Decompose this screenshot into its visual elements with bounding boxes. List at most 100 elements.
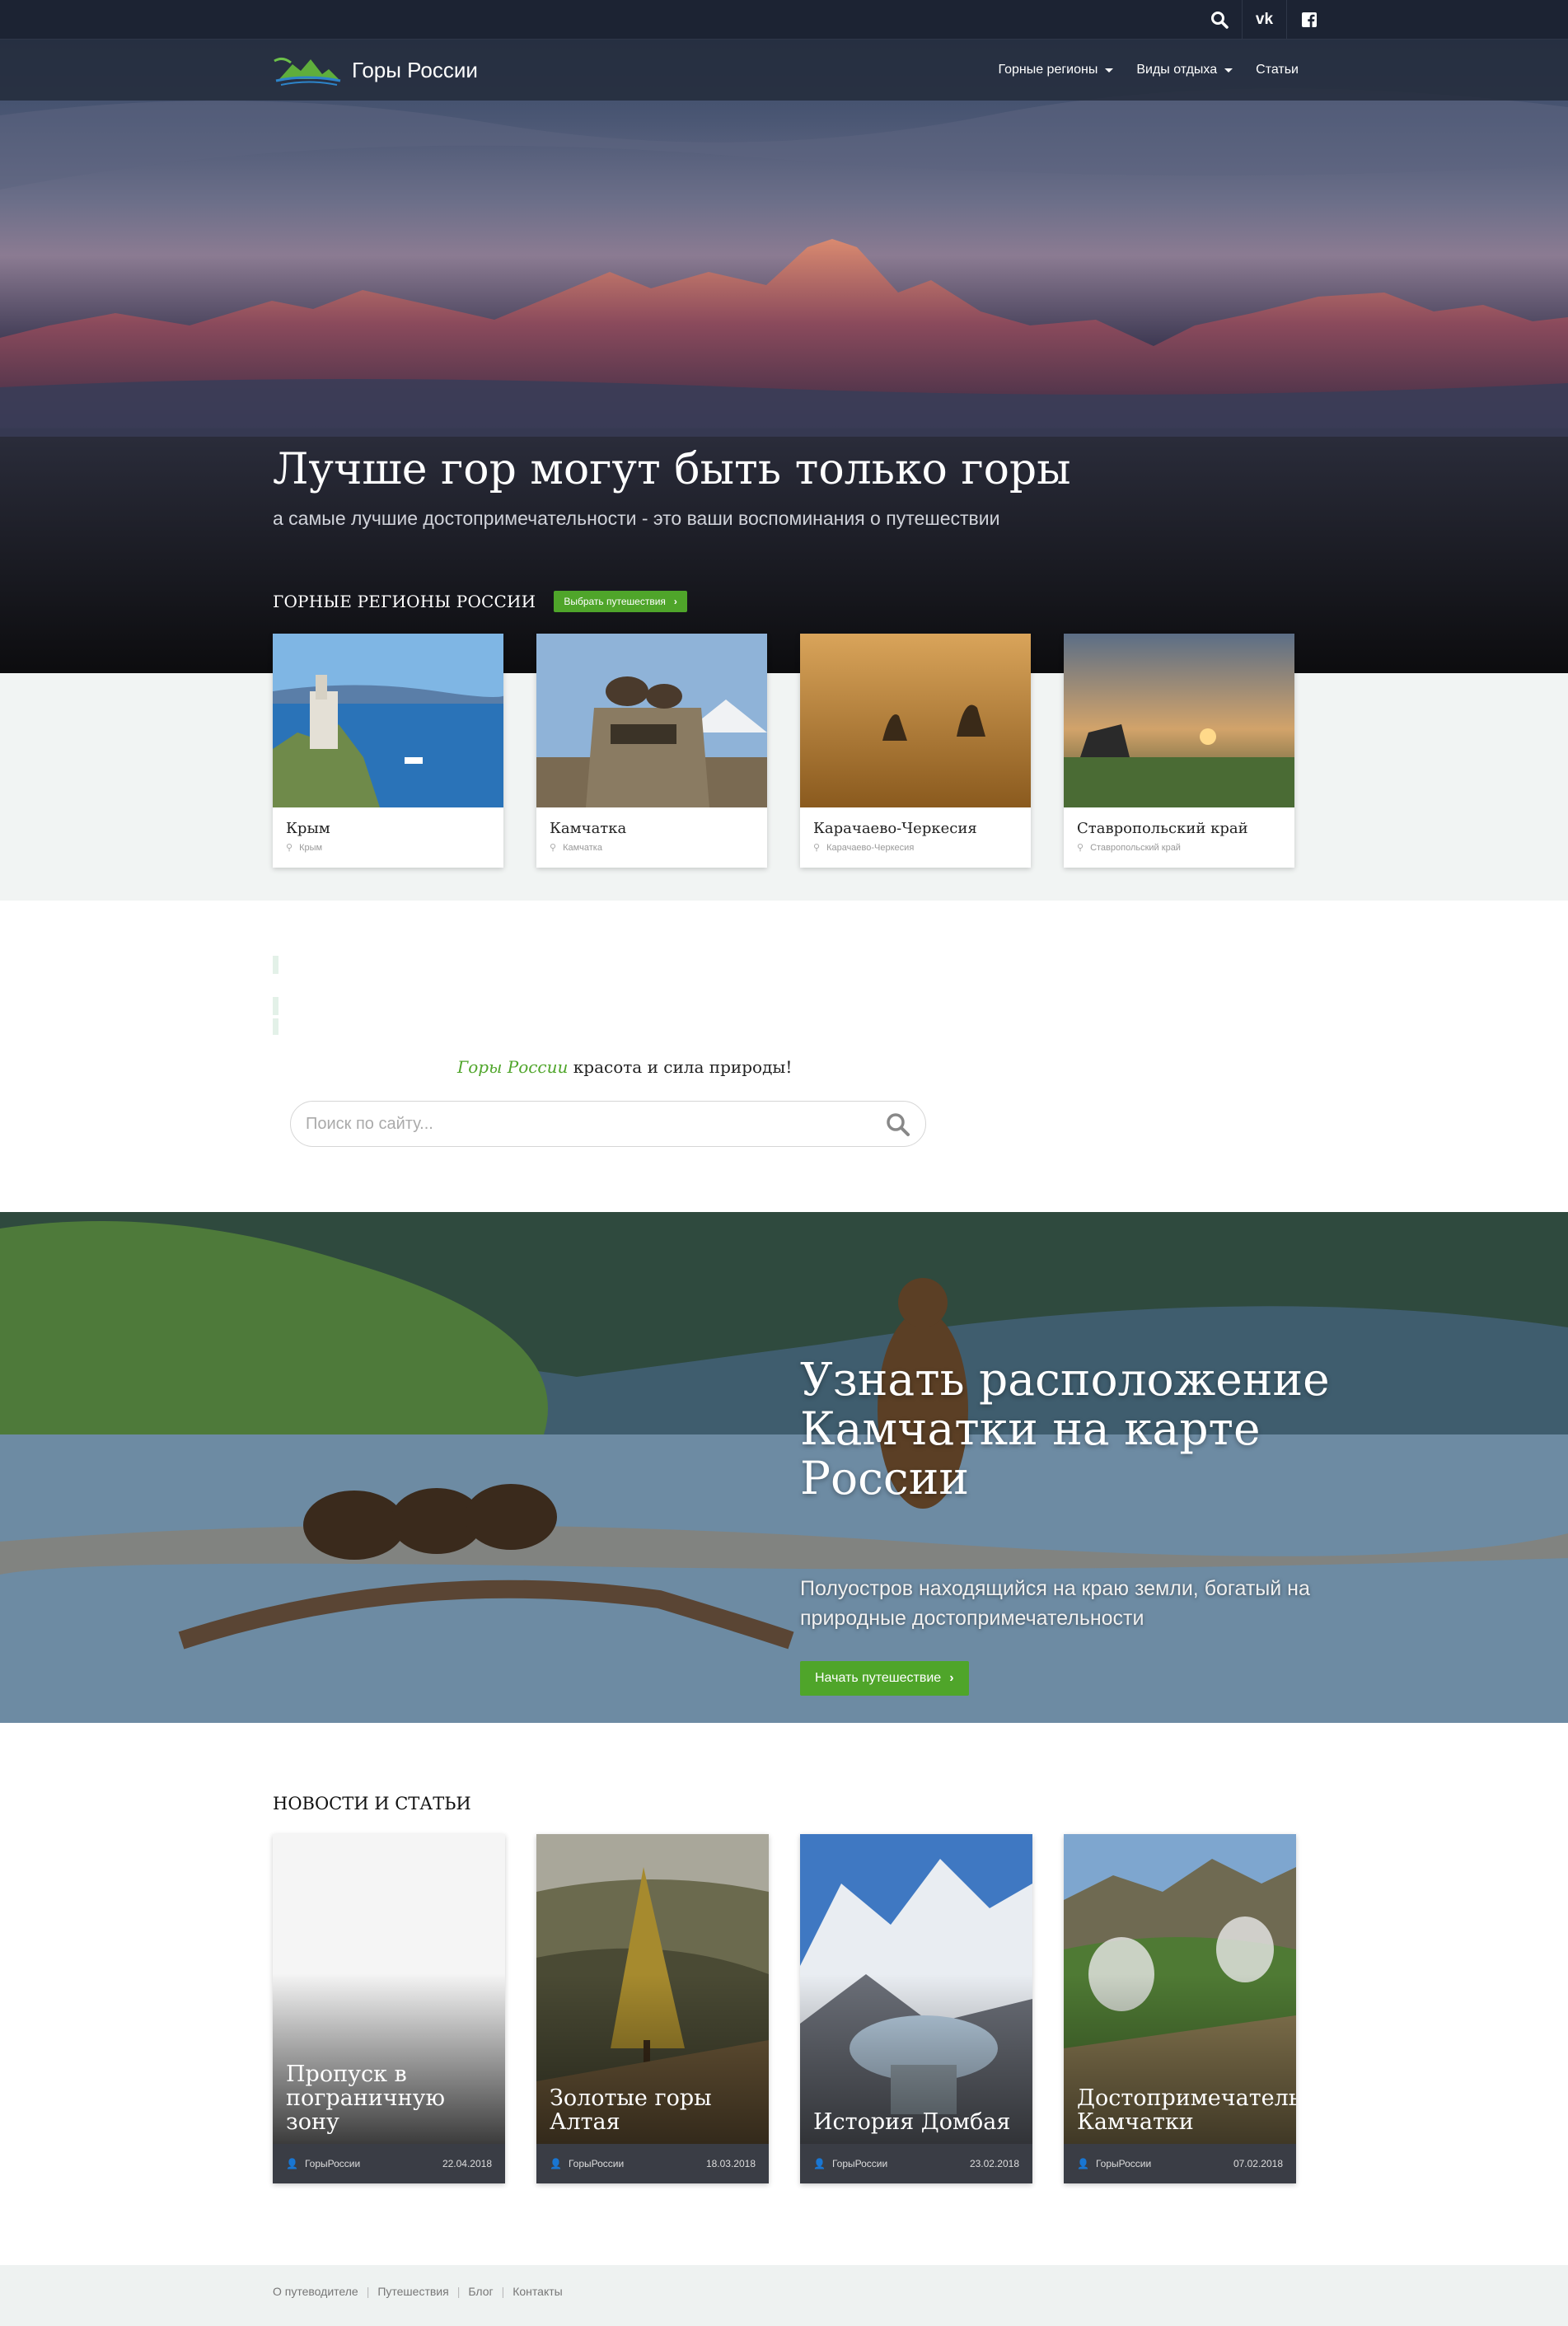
footer-link-blog[interactable]: Блог	[468, 2285, 493, 2298]
main-menu: Горные регионы Виды отдыха Статьи	[975, 40, 1299, 101]
news-card-footer: 👤 ГорыРоссии 22.04.2018	[273, 2144, 505, 2183]
top-icons: vk	[1197, 0, 1331, 40]
footer-link-trips[interactable]: Путешествия	[377, 2285, 448, 2298]
region-name: Камчатка	[550, 820, 627, 837]
decor-bar	[273, 1018, 278, 1035]
main-navbar: Горы России Горные регионы Виды отдыха С…	[0, 40, 1568, 101]
footer-separator: |	[501, 2285, 505, 2298]
map-marker-icon: ⚲	[550, 843, 557, 853]
footer-separator: |	[366, 2285, 370, 2298]
menu-label: Статьи	[1256, 63, 1299, 77]
regions-title: ГОРНЫЕ РЕГИОНЫ РОССИИ	[273, 592, 536, 611]
footer-link-contacts[interactable]: Контакты	[513, 2285, 562, 2298]
start-trip-button[interactable]: Начать путешествие ›	[800, 1661, 969, 1696]
caret-down-icon	[1224, 68, 1233, 73]
logo-icon	[274, 57, 341, 86]
region-location: ⚲ Крым	[273, 837, 503, 854]
tagline-text: красота и сила природы!	[568, 1057, 793, 1077]
region-card-kamchatka[interactable]: Камчатка ⚲ Камчатка	[536, 634, 767, 868]
user-icon: 👤	[550, 2158, 562, 2169]
region-location: ⚲ Ставропольский край	[1064, 837, 1294, 854]
news-card-footer: 👤 ГорыРоссии 18.03.2018	[536, 2144, 769, 2183]
brand-name: Горы России	[352, 57, 478, 82]
region-location-text: Карачаево-Черкесия	[826, 842, 915, 853]
caret-down-icon	[1105, 68, 1114, 73]
user-icon: 👤	[286, 2158, 298, 2169]
region-card-stavropol[interactable]: Ставропольский край ⚲ Ставропольский край	[1064, 634, 1294, 868]
news-author: ГорыРоссии	[304, 2158, 361, 2169]
menu-label: Горные регионы	[998, 63, 1098, 77]
tagline-accent: Горы России	[457, 1057, 569, 1077]
hero-mountain-image	[0, 88, 1568, 673]
regions-header: ГОРНЫЕ РЕГИОНЫ РОССИИ Выбрать путешестви…	[273, 591, 687, 612]
news-date: 22.04.2018	[442, 2158, 492, 2169]
news-card-title: Пропуск в пограничную зону	[286, 2062, 446, 2134]
promo-title: Узнать расположение Камчатки на карте Ро…	[800, 1353, 1330, 1505]
search-icon[interactable]	[1197, 0, 1242, 40]
region-name: Крым	[286, 820, 330, 837]
crimea-photo	[273, 634, 503, 807]
news-card[interactable]: Пропуск в пограничную зону 👤 ГорыРоссии 22…	[273, 1834, 505, 2183]
region-name: Карачаево-Черкесия	[813, 820, 977, 837]
menu-item-mountain-regions[interactable]: Горные регионы	[998, 63, 1114, 77]
hero-section	[0, 0, 1568, 673]
menu-item-vacation-types[interactable]: Виды отдыха	[1136, 63, 1233, 77]
hero-subtitle: а самые лучшие достопримечательности - э…	[273, 508, 1000, 529]
decor-bar	[273, 956, 278, 974]
news-card-footer: 👤 ГорыРоссии 23.02.2018	[800, 2144, 1032, 2183]
region-location-text: Камчатка	[563, 842, 602, 853]
news-date: 23.02.2018	[969, 2158, 1019, 2169]
footer-links: О путеводителе | Путешествия | Блог | Ко…	[273, 2285, 563, 2298]
start-trip-label: Начать путешествие	[815, 1671, 942, 1685]
map-marker-icon: ⚲	[813, 843, 821, 853]
news-card-title: Достопримечательности Камчатки	[1077, 2086, 1296, 2134]
news-author: ГорыРоссии	[568, 2158, 625, 2169]
region-name: Ставропольский край	[1077, 820, 1248, 837]
chevron-right-icon: ›	[949, 1671, 954, 1685]
vk-icon[interactable]: vk	[1242, 0, 1286, 40]
news-card[interactable]: Золотые горы Алтая 👤 ГорыРоссии 18.03.2018	[536, 1834, 769, 2183]
karachay-cherkessia-photo	[800, 634, 1031, 807]
news-author: ГорыРоссии	[831, 2158, 888, 2169]
footer: О путеводителе | Путешествия | Блог | Ко…	[0, 2265, 1568, 2326]
hero-title: Лучше гор могут быть только горы	[273, 445, 1071, 494]
kamchatka-photo	[536, 634, 767, 807]
user-icon: 👤	[813, 2158, 826, 2169]
menu-label: Виды отдыха	[1136, 63, 1218, 77]
brand[interactable]: Горы России	[273, 53, 478, 87]
region-card-crimea[interactable]: Крым ⚲ Крым	[273, 634, 503, 868]
news-date: 18.03.2018	[705, 2158, 756, 2169]
map-marker-icon: ⚲	[1077, 843, 1084, 853]
region-card-karachay-cherkessia[interactable]: Карачаево-Черкесия ⚲ Карачаево-Черкесия	[800, 634, 1031, 868]
news-card-title: История Домбая	[813, 2110, 1011, 2134]
news-author: ГорыРоссии	[1095, 2158, 1152, 2169]
news-card[interactable]: Достопримечательности Камчатки 👤 ГорыРосс…	[1064, 1834, 1296, 2183]
news-date: 07.02.2018	[1233, 2158, 1283, 2169]
menu-item-articles[interactable]: Статьи	[1256, 63, 1299, 77]
user-icon: 👤	[1077, 2158, 1089, 2169]
news-title: НОВОСТИ И СТАТЬИ	[273, 1794, 471, 1814]
region-location: ⚲ Карачаево-Черкесия	[800, 837, 1031, 854]
site-search	[290, 1101, 926, 1147]
tagline: Горы России красота и сила природы!	[457, 1057, 792, 1077]
promo-subtitle: Полуостров находящийся на краю земли, бо…	[800, 1577, 1310, 1630]
footer-separator: |	[456, 2285, 461, 2298]
footer-link-about[interactable]: О путеводителе	[273, 2285, 358, 2298]
news-cards: Пропуск в пограничную зону 👤 ГорыРоссии 22…	[273, 1834, 1296, 2183]
choose-trips-label: Выбрать путешествия	[564, 596, 666, 607]
region-location-text: Крым	[299, 842, 323, 853]
region-location: ⚲ Камчатка	[536, 837, 767, 854]
search-input[interactable]	[306, 1114, 866, 1134]
search-icon[interactable]	[886, 1112, 910, 1137]
stavropol-photo	[1064, 634, 1294, 807]
decor-bar	[273, 997, 278, 1015]
region-cards: Крым ⚲ Крым Камчатка ⚲ Камчатка Карачаево-…	[273, 634, 1294, 868]
chevron-right-icon: ›	[673, 596, 677, 607]
news-card-footer: 👤 ГорыРоссии 07.02.2018	[1064, 2144, 1296, 2183]
news-card[interactable]: История Домбая 👤 ГорыРоссии 23.02.2018	[800, 1834, 1032, 2183]
map-marker-icon: ⚲	[286, 843, 293, 853]
region-location-text: Ставропольский край	[1090, 842, 1181, 853]
choose-trips-button[interactable]: Выбрать путешествия ›	[554, 591, 687, 612]
facebook-icon[interactable]	[1286, 0, 1331, 40]
top-utility-bar: vk	[0, 0, 1568, 40]
